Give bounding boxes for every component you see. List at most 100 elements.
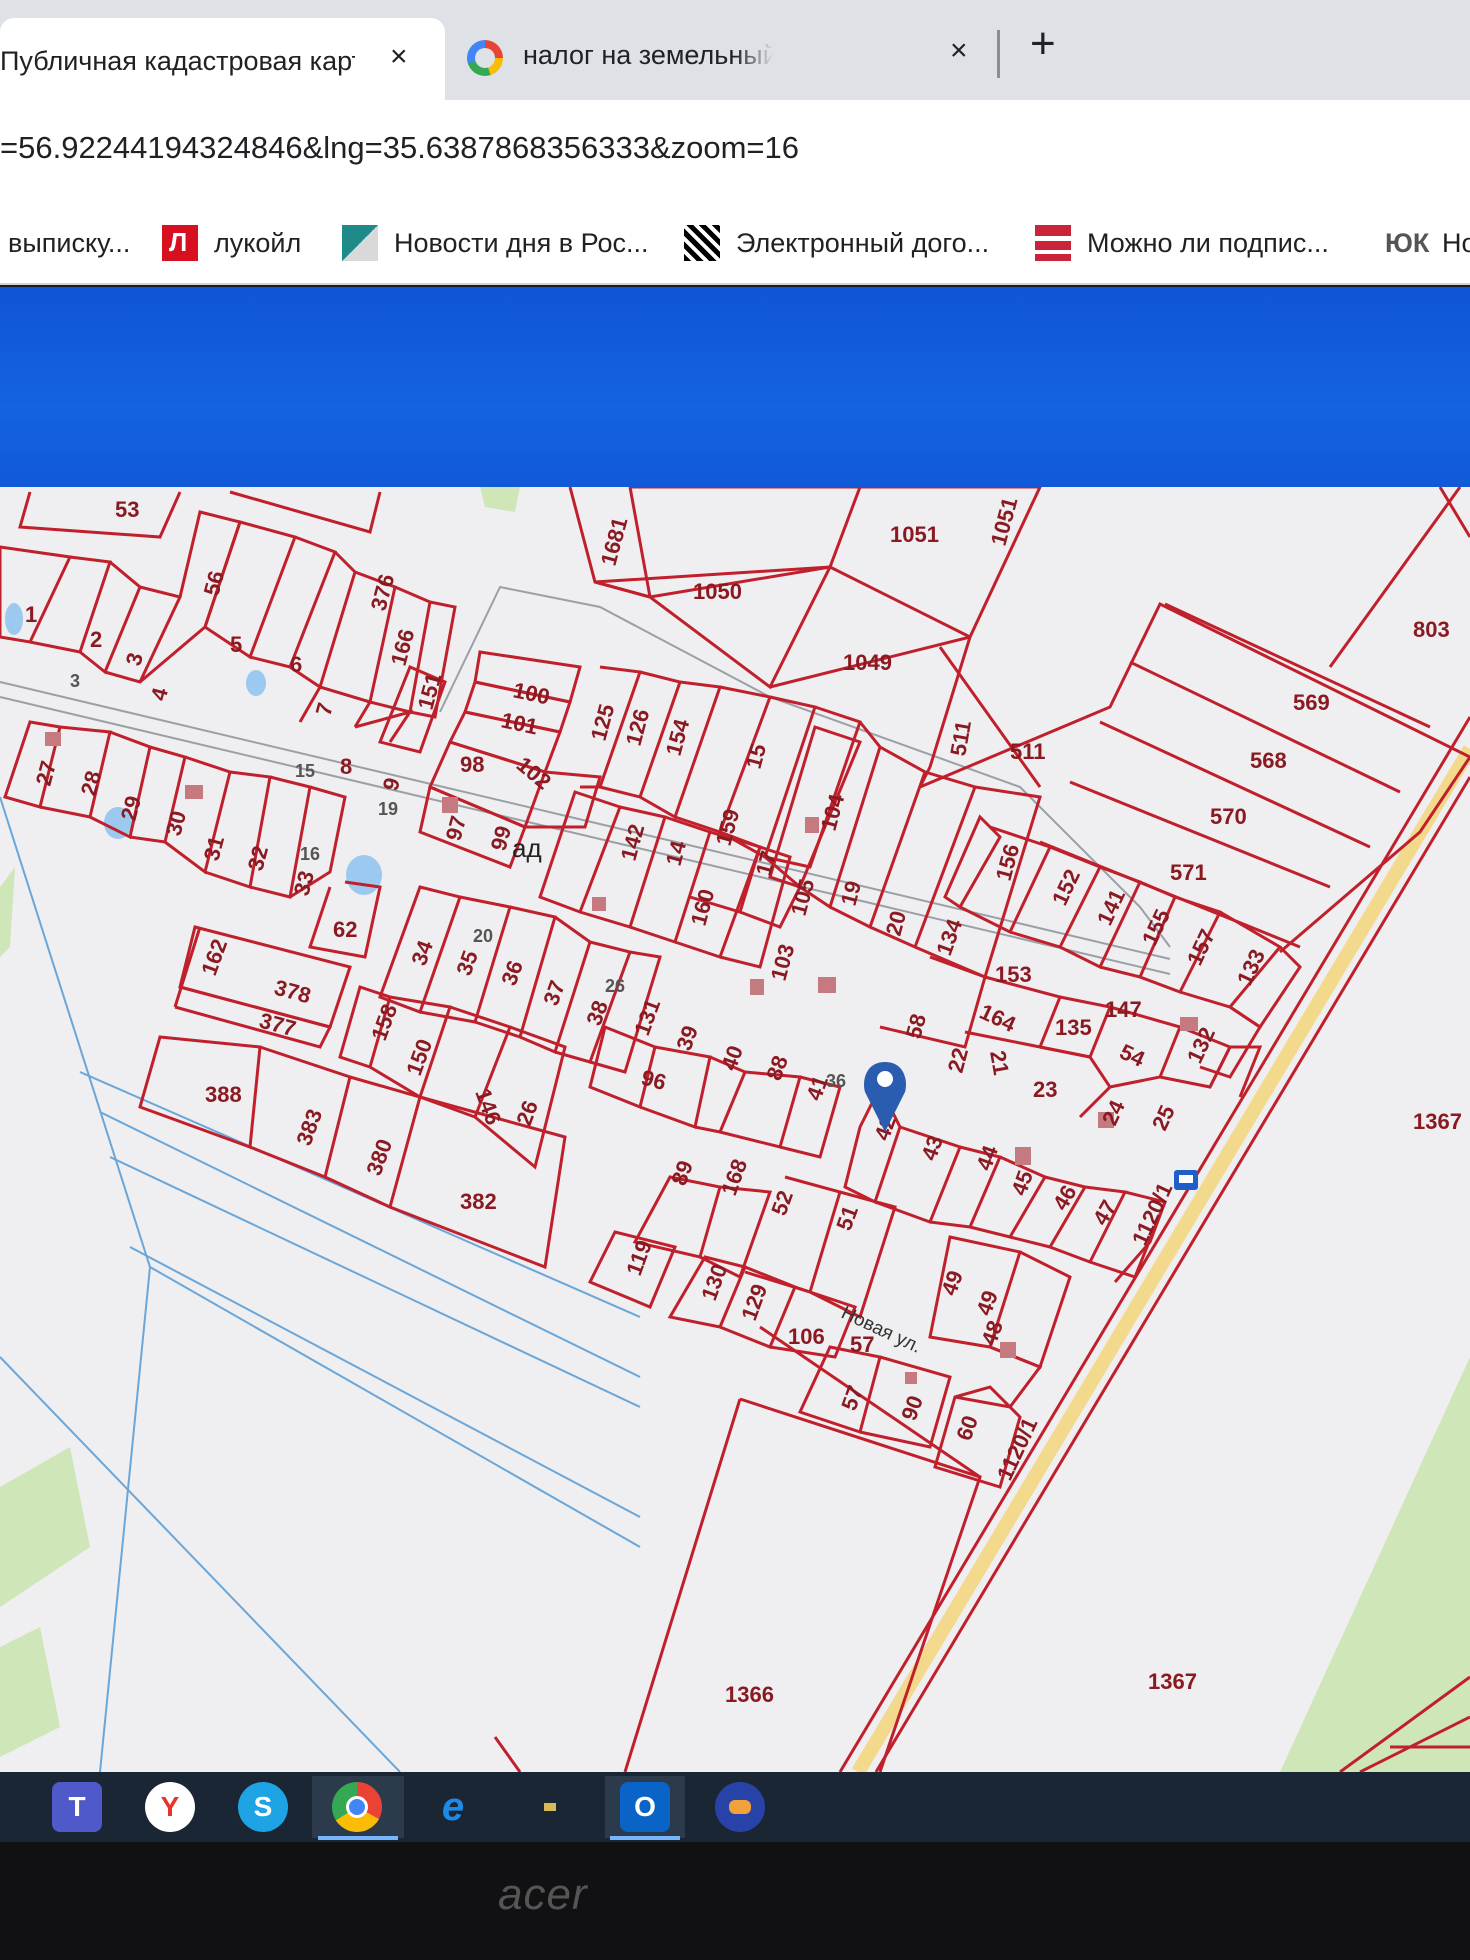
parcel-label: 97 (441, 813, 471, 843)
parcel-label: 14 (661, 837, 692, 868)
parcel-label: 19 (378, 799, 398, 819)
parcel-label: 1049 (843, 650, 892, 675)
parcel-label: 104 (816, 791, 850, 834)
parcel-label: 153 (995, 962, 1032, 987)
bookmarks-bar: выписку... лукойл Новости дня в Рос... Э… (0, 205, 1470, 285)
parcel-label: 156 (991, 841, 1025, 883)
parcel-label: 1366 (725, 1682, 774, 1707)
bookmark-label: Но (1442, 227, 1470, 258)
parcel-label: 40 (716, 1042, 748, 1074)
parcel-label: 1367 (1148, 1669, 1197, 1694)
parcel-label: 100 (511, 677, 552, 709)
parcel-label: 164 (976, 999, 1021, 1037)
parcel-label: 131 (629, 996, 665, 1039)
parcel-label: 2 (90, 627, 102, 652)
address-bar: =56.92244194324846&lng=35.6387868356333&… (0, 100, 1470, 205)
parcel-label: 380 (361, 1136, 397, 1179)
parcel-label: 20 (881, 908, 911, 938)
parcel-label: 4 (146, 684, 174, 703)
parcel-label: 88 (761, 1052, 793, 1084)
bookmark-yuk[interactable]: ЮК (1385, 221, 1429, 265)
parcel-label: 388 (205, 1082, 242, 1107)
edge-icon[interactable]: e (428, 1782, 478, 1832)
parcel-label: 129 (736, 1281, 772, 1324)
parcel-label: 6 (290, 652, 302, 677)
parcel-label: 30 (161, 808, 191, 838)
parcel-label: 1367 (1413, 1109, 1462, 1134)
parcel-label: 38 (581, 997, 613, 1029)
parcel-label: 511 (945, 719, 976, 758)
parcel-label: 103 (766, 941, 800, 983)
close-icon[interactable]: × (950, 34, 968, 68)
aimp-icon[interactable] (715, 1782, 765, 1832)
parcel-label: 166 (386, 626, 420, 668)
pond (246, 670, 266, 696)
tab-title: Публичная кадастровая карта (0, 46, 355, 76)
parcel-label: 3 (70, 671, 80, 691)
new-tab-button[interactable]: + (1030, 22, 1056, 66)
teams-icon[interactable]: T (52, 1782, 102, 1832)
bookmark-news[interactable]: Новости дня в Рос... (342, 221, 649, 265)
cadastral-map[interactable]: 53 1681 1051 1051 1050 1049 803 569 568 … (0, 487, 1470, 1772)
parcel-label: 32 (243, 843, 273, 873)
skype-icon[interactable]: S (238, 1782, 288, 1832)
parcel-label: 62 (333, 917, 357, 942)
news-icon (342, 225, 378, 261)
bus-stop-icon[interactable] (1174, 1170, 1198, 1190)
green-area (0, 1447, 90, 1607)
active-indicator (318, 1836, 398, 1840)
parcel-label: 378 (272, 975, 314, 1009)
tab-strip: Публичная кадастровая карта × налог на з… (0, 0, 1470, 100)
mail-icon[interactable] (525, 1782, 575, 1832)
mail-glyph (544, 1803, 556, 1811)
parcel-label: 106 (788, 1324, 825, 1349)
yandex-icon[interactable]: Y (145, 1782, 195, 1832)
parcel-label: 22 (943, 1045, 973, 1075)
drainage-lines (0, 796, 641, 1772)
parcel-label: 1051 (890, 522, 939, 547)
green-area (0, 867, 15, 957)
bookmark-truncated[interactable]: Но (1442, 221, 1470, 265)
bookmark-lukoil[interactable]: лукойл (162, 221, 301, 265)
bookmark-label: лукойл (214, 227, 302, 258)
parcel-label: 133 (1232, 945, 1270, 989)
parcel-label: 1051 (986, 495, 1023, 549)
parcel-label: 571 (1170, 860, 1207, 885)
parcel-label: 568 (1250, 748, 1287, 773)
lukoil-icon (162, 225, 198, 261)
chrome-icon[interactable] (332, 1782, 382, 1832)
pond (346, 855, 382, 895)
tab-divider (997, 30, 1000, 78)
url-input[interactable]: =56.92244194324846&lng=35.6387868356333&… (0, 130, 799, 166)
bookmark-sign[interactable]: Можно ли подпис... (1035, 221, 1329, 265)
parcel-label: 377 (257, 1008, 299, 1042)
sign-icon (1035, 225, 1071, 261)
parcel-label: 49 (971, 1287, 1003, 1319)
tab-google-search[interactable]: налог на земельный участок тв × (455, 18, 995, 100)
parcel-label: 34 (406, 936, 438, 968)
parcel-label: 119 (621, 1237, 657, 1279)
parcel-label: 15 (295, 761, 315, 781)
parcel-label: 21 (985, 1049, 1014, 1077)
pond (5, 603, 23, 635)
parcel-label: 35 (451, 947, 483, 979)
parcel-label: 125 (586, 701, 620, 743)
contract-icon (684, 225, 720, 261)
parcel-label: 158 (366, 1001, 402, 1044)
parcel-label: 53 (115, 497, 139, 522)
parcel-label: 39 (671, 1022, 703, 1054)
parcel-label: 130 (696, 1261, 732, 1304)
bookmark-label: Электронный дого... (736, 227, 990, 258)
parcel-label: 33 (289, 868, 319, 898)
close-icon[interactable]: × (390, 40, 408, 74)
parcel-label: 25 (1147, 1101, 1180, 1134)
bookmark-extract[interactable]: выписку... (8, 221, 130, 265)
map-canvas[interactable]: 53 1681 1051 1051 1050 1049 803 569 568 … (0, 487, 1470, 1772)
bookmark-label: ЮК (1385, 227, 1430, 258)
tab-cadastral-map[interactable]: Публичная кадастровая карта × (0, 18, 445, 100)
parcel-label: 89 (666, 1157, 698, 1189)
parcel-label: 60 (951, 1412, 983, 1444)
windows-taskbar: T Y S e O (0, 1772, 1470, 1842)
bookmark-e-contract[interactable]: Электронный дого... (684, 221, 989, 265)
outlook-icon[interactable]: O (620, 1782, 670, 1832)
